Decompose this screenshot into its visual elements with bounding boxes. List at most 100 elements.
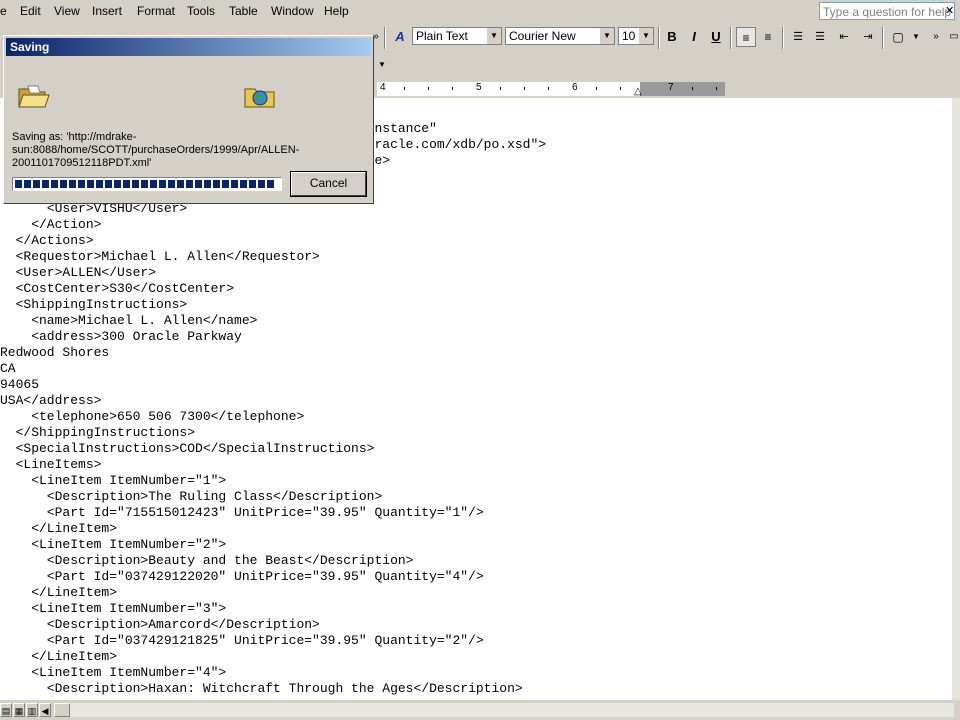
align-center-icon[interactable]: ≡ (758, 27, 778, 47)
saving-dialog: Saving Saving as: 'http://mdrake-sun:808… (3, 35, 374, 204)
document-line[interactable]: <Part Id="715515012423" UnitPrice="39.95… (0, 505, 546, 521)
document-line[interactable]: <Requestor>Michael L. Allen</Requestor> (0, 249, 546, 265)
ruler-tick (692, 87, 693, 90)
borders-icon[interactable]: ▢ (888, 27, 908, 47)
help-search-input[interactable]: Type a question for help (819, 2, 955, 20)
print-layout-icon[interactable]: ▥ (26, 703, 38, 717)
document-line[interactable]: <LineItem ItemNumber="2"> (0, 537, 546, 553)
underline-button[interactable]: U (706, 27, 726, 47)
align-left-icon[interactable]: ≡ (736, 27, 756, 47)
cancel-button[interactable]: Cancel (290, 171, 367, 197)
ruler-tick (620, 87, 621, 90)
chevron-down-icon[interactable]: ▼ (906, 27, 926, 47)
menu-edit[interactable]: Edit (20, 4, 41, 18)
document-line[interactable]: <telephone>650 506 7300</telephone> (0, 409, 546, 425)
document-text[interactable]: instance" oracle.com/xdb/po.xsd"> ce> <U… (0, 121, 546, 697)
web-folder-icon (244, 88, 275, 108)
document-line[interactable]: Redwood Shores (0, 345, 546, 361)
document-line[interactable]: <Description>Haxan: Witchcraft Through t… (0, 681, 546, 697)
document-line[interactable]: </LineItem> (0, 521, 546, 537)
font-size-select[interactable]: 10 ▼ (618, 27, 654, 45)
document-line[interactable]: <LineItem ItemNumber="4"> (0, 665, 546, 681)
menu-insert[interactable]: Insert (92, 4, 122, 18)
document-line[interactable]: <ShippingInstructions> (0, 297, 546, 313)
document-line[interactable]: <Part Id="037429122020" UnitPrice="39.95… (0, 569, 546, 585)
toolbar-overflow-icon[interactable]: » (926, 27, 946, 47)
italic-button[interactable]: I (684, 27, 704, 47)
progress-segment (132, 180, 139, 188)
close-document-icon[interactable]: ✕ (945, 4, 954, 17)
document-line[interactable]: <Description>Amarcord</Description> (0, 617, 546, 633)
bulleted-list-icon[interactable]: ☰ (810, 27, 830, 47)
menu-window[interactable]: Window (271, 4, 314, 18)
increase-indent-icon[interactable]: ⇥ (858, 27, 878, 47)
progress-segment (213, 180, 220, 188)
menu-format[interactable]: Format (137, 4, 175, 18)
progress-segment (159, 180, 166, 188)
right-indent-marker-icon[interactable]: △ (634, 86, 642, 97)
document-line[interactable]: </LineItem> (0, 649, 546, 665)
document-line[interactable]: <LineItems> (0, 457, 546, 473)
progress-segment (87, 180, 94, 188)
chevron-down-icon[interactable]: ▼ (372, 55, 392, 75)
document-line[interactable]: <Description>The Ruling Class</Descripti… (0, 489, 546, 505)
progress-segment (15, 180, 22, 188)
progress-segment (141, 180, 148, 188)
vertical-scrollbar[interactable] (952, 98, 960, 700)
font-select[interactable]: Courier New ▼ (505, 27, 615, 45)
document-line[interactable]: <SpecialInstructions>COD</SpecialInstruc… (0, 441, 546, 457)
document-line[interactable]: 94065 (0, 377, 546, 393)
document-line[interactable]: <User>ALLEN</User> (0, 265, 546, 281)
document-line[interactable]: <address>300 Oracle Parkway (0, 329, 546, 345)
dialog-title: Saving (10, 40, 50, 54)
numbered-list-icon[interactable]: ☰ (788, 27, 808, 47)
progress-segment (258, 180, 265, 188)
scrollbar-track[interactable] (54, 703, 954, 717)
document-line[interactable]: <Description>Beauty and the Beast</Descr… (0, 553, 546, 569)
document-line[interactable]: </Action> (0, 217, 546, 233)
progress-segment (33, 180, 40, 188)
document-line[interactable]: </LineItem> (0, 585, 546, 601)
document-line[interactable]: <name>Michael L. Allen</name> (0, 313, 546, 329)
bold-button[interactable]: B (662, 27, 682, 47)
chevron-down-icon: ▼ (600, 28, 614, 44)
scrollbar-thumb[interactable] (54, 703, 70, 717)
scroll-left-icon[interactable]: ◀ (39, 703, 51, 717)
ruler-tick (428, 87, 429, 90)
document-line[interactable]: <CostCenter>S30</CostCenter> (0, 281, 546, 297)
new-icon[interactable]: ▭ (944, 27, 960, 47)
progress-segment (186, 180, 193, 188)
decrease-indent-icon[interactable]: ⇤ (834, 27, 854, 47)
ruler-tick (524, 87, 525, 90)
horizontal-scrollbar[interactable]: ▤ ▦ ▥ ◀ (0, 700, 960, 720)
toolbar-separator (782, 27, 784, 49)
document-line[interactable]: </Actions> (0, 233, 546, 249)
progress-segment (105, 180, 112, 188)
menu-help[interactable]: Help (324, 4, 349, 18)
toolbar-separator (658, 27, 660, 49)
document-line[interactable]: </ShippingInstructions> (0, 425, 546, 441)
menu-tools[interactable]: Tools (187, 4, 215, 18)
menu-file[interactable]: e (0, 4, 7, 18)
web-layout-icon[interactable]: ▦ (13, 703, 25, 717)
saving-as-text: Saving as: 'http://mdrake-sun:8088/home/… (12, 131, 300, 169)
progress-segment (150, 180, 157, 188)
ruler-tick (452, 87, 453, 90)
document-line[interactable]: USA</address> (0, 393, 546, 409)
progress-segment (51, 180, 58, 188)
document-line[interactable]: <LineItem ItemNumber="1"> (0, 473, 546, 489)
normal-view-icon[interactable]: ▤ (0, 703, 12, 717)
font-select-value: Courier New (509, 29, 576, 43)
document-line[interactable]: <Part Id="037429121825" UnitPrice="39.95… (0, 633, 546, 649)
document-line[interactable]: CA (0, 361, 546, 377)
chevron-down-icon: ▼ (639, 28, 653, 44)
menu-table[interactable]: Table (229, 4, 258, 18)
dialog-titlebar[interactable]: Saving (6, 38, 371, 56)
styles-pane-icon[interactable]: A (390, 27, 410, 47)
progress-segment (24, 180, 31, 188)
open-folder-icon (18, 85, 50, 108)
menu-view[interactable]: View (54, 4, 80, 18)
style-select[interactable]: Plain Text ▼ (412, 27, 502, 45)
ruler-tick (548, 87, 549, 90)
document-line[interactable]: <LineItem ItemNumber="3"> (0, 601, 546, 617)
